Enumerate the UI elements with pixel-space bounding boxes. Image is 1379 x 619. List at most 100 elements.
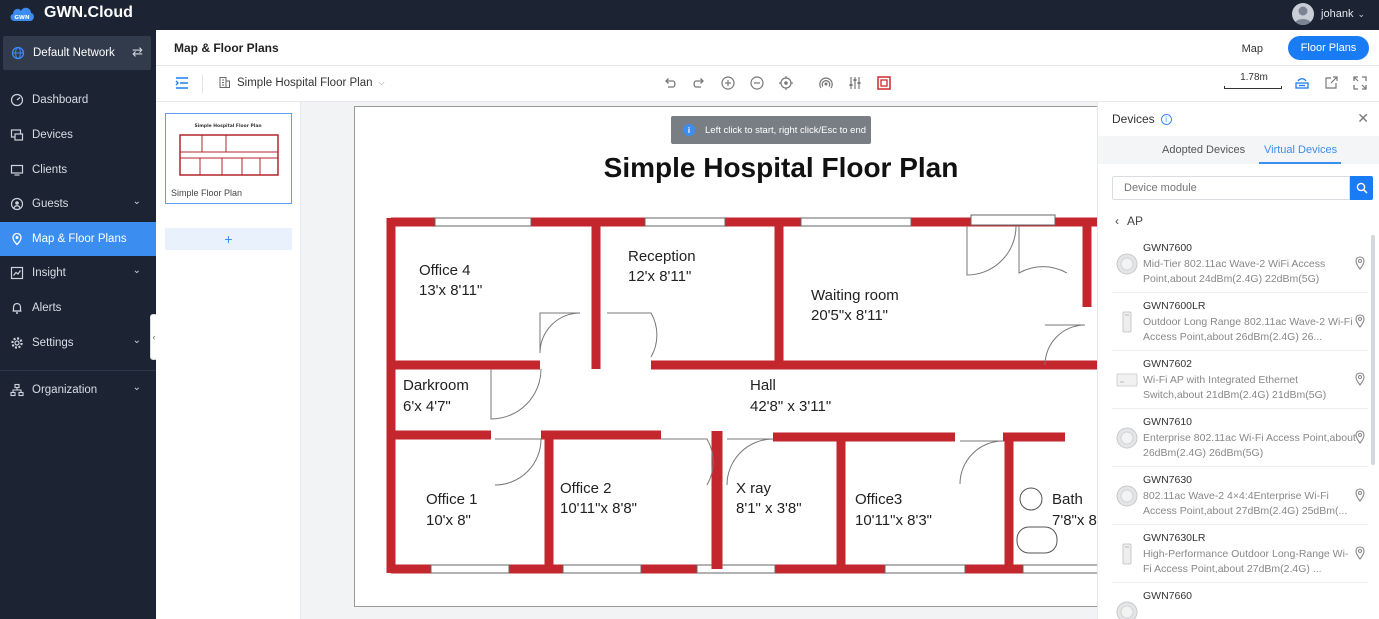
chevron-down-icon: ⌄ <box>132 382 141 393</box>
switch-icon[interactable]: ⇄ <box>132 44 143 60</box>
wall-ap-icon <box>1116 369 1138 391</box>
device-model: GWN7600 <box>1143 242 1193 254</box>
room-size: 10'11"x 8'8" <box>560 500 637 517</box>
device-list-item[interactable]: GWN7630 802.11ac Wave-2 4×4:4Enterprise W… <box>1112 467 1368 525</box>
device-description: Mid-Tier 802.11ac Wave-2 WiFi Access Poi… <box>1143 258 1326 285</box>
device-model: GWN7602 <box>1143 358 1193 370</box>
locate-icon[interactable] <box>778 75 794 91</box>
list-toggle-icon[interactable] <box>174 75 190 91</box>
chevron-down-icon: ⌄ <box>132 335 141 346</box>
fullscreen-icon[interactable] <box>1352 75 1368 91</box>
signal-coverage-icon[interactable] <box>818 75 834 91</box>
toast-text: Left click to start, right click/Esc to … <box>705 124 867 136</box>
tab-adopted-devices[interactable]: Adopted Devices <box>1162 144 1245 156</box>
device-list-item[interactable]: GWN7630LR High-Performance Outdoor Long-R… <box>1112 525 1368 583</box>
zoom-out-icon[interactable] <box>749 75 765 91</box>
device-list-item[interactable]: GWN7660 <box>1112 583 1368 619</box>
scale-bar <box>1224 86 1282 89</box>
sidebar-item-label: Organization <box>32 384 98 396</box>
chevron-down-icon: ⌄ <box>1357 8 1365 19</box>
sidebar-divider <box>0 370 156 371</box>
network-switcher[interactable]: Default Network ⇄ <box>3 36 151 70</box>
floor-plans-view-button[interactable]: Floor Plans <box>1288 36 1369 60</box>
sidebar-item-alerts[interactable]: Alerts <box>0 291 156 325</box>
zoom-in-icon[interactable] <box>720 75 736 91</box>
device-list-item[interactable]: GWN7602 Wi-Fi AP with Integrated Ethernet… <box>1112 351 1368 409</box>
monitor-icon <box>10 164 24 176</box>
area-select-icon[interactable] <box>876 75 892 91</box>
device-search-input[interactable] <box>1112 176 1350 200</box>
device-list-item[interactable]: GWN7600LR Outdoor Long Range 802.11ac Wav… <box>1112 293 1368 351</box>
floor-plan-select[interactable]: Simple Hospital Floor Plan ⌵ <box>218 76 385 89</box>
sidebar-item-settings[interactable]: Settings ⌄ <box>0 326 156 360</box>
sidebar-item-clients[interactable]: Clients <box>0 153 156 187</box>
back-to-categories[interactable]: ‹ AP <box>1115 214 1143 228</box>
network-name: Default Network <box>33 47 115 59</box>
device-description: High-Performance Outdoor Long-Range Wi-F… <box>1143 548 1349 575</box>
username: johank <box>1321 8 1354 20</box>
chevron-down-icon: ⌵ <box>378 77 385 87</box>
room-name: Bath <box>1052 491 1083 508</box>
chevron-down-icon: ⌄ <box>132 196 141 207</box>
devices-panel: Devices i ✕ Adopted Devices Virtual Devi… <box>1097 102 1379 619</box>
device-list-scrollbar[interactable] <box>1371 235 1375 465</box>
map-pin-icon[interactable] <box>1354 372 1366 386</box>
room-name: Darkroom <box>403 377 469 394</box>
sliders-icon[interactable] <box>847 75 863 91</box>
sidebar-item-guests[interactable]: Guests ⌄ <box>0 187 156 221</box>
floor-plan-thumbnail[interactable]: Simple Hospital Floor Plan Simple Floor … <box>165 113 292 204</box>
device-list-item[interactable]: GWN7600 Mid-Tier 802.11ac Wave-2 WiFi Acc… <box>1112 235 1368 293</box>
scale-value: 1.78m <box>1240 72 1268 83</box>
sidebar-item-devices[interactable]: Devices <box>0 118 156 152</box>
room-size: 20'5"x 8'11" <box>811 307 888 324</box>
bell-icon <box>12 302 22 314</box>
close-icon[interactable]: ✕ <box>1357 110 1369 127</box>
round-ap-icon <box>1116 601 1138 619</box>
cloud-logo-icon: GWN <box>8 3 36 23</box>
device-description: Wi-Fi AP with Integrated Ethernet Switch… <box>1143 374 1327 401</box>
device-model: GWN7630LR <box>1143 532 1206 544</box>
user-menu[interactable]: johank ⌄ <box>1292 3 1365 25</box>
room-size: 10'x 8" <box>426 512 471 529</box>
undo-icon[interactable] <box>662 75 678 91</box>
map-pin-icon[interactable] <box>1354 430 1366 444</box>
map-view-button[interactable]: Map <box>1232 37 1273 61</box>
tab-virtual-devices[interactable]: Virtual Devices <box>1264 144 1337 156</box>
round-ap-icon <box>1116 253 1138 275</box>
room-name: Hall <box>750 377 776 394</box>
brand-name: GWN.Cloud <box>44 4 133 21</box>
brand[interactable]: GWN GWN.Cloud <box>8 3 133 23</box>
map-pin-icon[interactable] <box>1354 488 1366 502</box>
sidebar-item-label: Settings <box>32 337 74 349</box>
gear-icon <box>11 337 23 349</box>
page-title: Map & Floor Plans <box>174 41 279 55</box>
map-pin-icon <box>12 232 22 246</box>
outer-walls <box>386 217 1097 574</box>
device-list-item[interactable]: GWN7610 Enterprise 802.11ac Wi-Fi Access … <box>1112 409 1368 467</box>
export-icon[interactable] <box>1323 75 1339 91</box>
device-description: Outdoor Long Range 802.11ac Wave-2 Wi-Fi… <box>1143 316 1353 343</box>
add-floor-plan-button[interactable]: + <box>165 228 292 250</box>
device-description: Enterprise 802.11ac Wi-Fi Access Point,a… <box>1143 432 1356 459</box>
map-pin-icon[interactable] <box>1354 546 1366 560</box>
map-pin-icon[interactable] <box>1354 256 1366 270</box>
redo-icon[interactable] <box>691 75 707 91</box>
floor-plan-canvas[interactable]: Simple Hospital Floor Plan Office 4 13'x… <box>301 102 1097 619</box>
map-pin-icon[interactable] <box>1354 314 1366 328</box>
search-button[interactable] <box>1350 176 1373 200</box>
info-icon[interactable]: i <box>1160 113 1172 125</box>
sidebar-item-label: Alerts <box>32 302 62 314</box>
sidebar-item-insight[interactable]: Insight ⌄ <box>0 256 156 290</box>
sidebar-item-organization[interactable]: Organization ⌄ <box>0 373 156 407</box>
room-size: 7'8"x 8 <box>1052 512 1097 529</box>
sidebar-item-label: Clients <box>32 164 68 176</box>
plan-title: Simple Hospital Floor Plan <box>604 152 959 183</box>
sidebar-item-label: Map & Floor Plans <box>32 233 127 245</box>
layers-icon[interactable] <box>1294 75 1310 91</box>
sidebar-item-map-floor-plans[interactable]: Map & Floor Plans <box>0 222 156 256</box>
room-size: 10'11"x 8'3" <box>855 512 932 529</box>
sidebar-item-dashboard[interactable]: Dashboard <box>0 83 156 117</box>
top-bar: GWN GWN.Cloud johank ⌄ <box>0 0 1379 30</box>
room-name: Reception <box>628 248 696 265</box>
info-icon: i <box>683 124 695 136</box>
